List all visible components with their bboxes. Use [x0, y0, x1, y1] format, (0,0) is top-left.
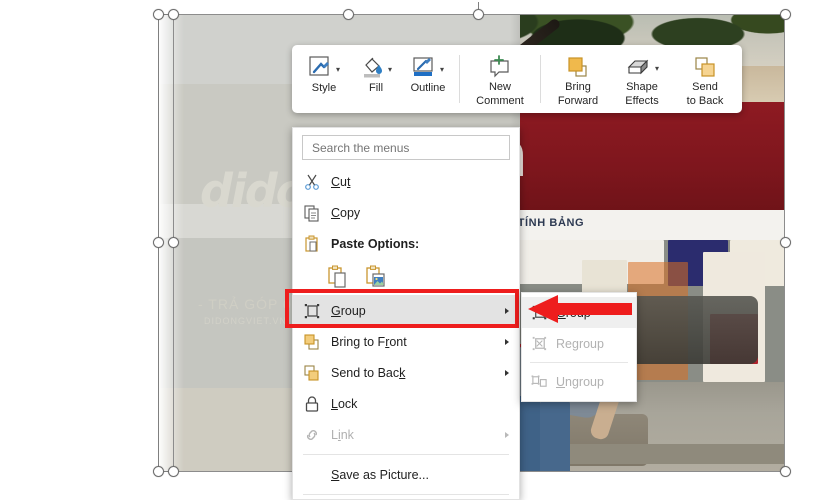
toolbar-button-new-comment[interactable]: New Comment [465, 49, 535, 109]
toolbar-label: Shape [626, 81, 658, 93]
chevron-down-icon[interactable]: ▾ [655, 65, 659, 73]
toolbar-label-2: Forward [557, 94, 599, 107]
resize-handle-middle-left-2[interactable] [168, 237, 179, 248]
submenu-item-group[interactable]: Group [522, 297, 636, 328]
bring-forward-icon [565, 53, 591, 80]
chevron-down-icon[interactable]: ▾ [440, 66, 444, 74]
context-menu[interactable]: Cut Copy Paste Options: [292, 127, 520, 500]
group-icon [293, 302, 331, 320]
fill-bucket-icon: ▾ [360, 53, 392, 81]
toolbar-button-fill[interactable]: ▾ Fill [350, 49, 402, 109]
toolbar-button-outline[interactable]: ▾ Outline [402, 49, 454, 109]
toolbar-label: Fill [368, 82, 384, 94]
menu-item-label: Paste Options: [331, 236, 420, 251]
menu-item-send-to-back[interactable]: Send to Back [293, 357, 519, 388]
copy-icon [293, 204, 331, 222]
resize-handle-top-left-2[interactable] [168, 9, 179, 20]
link-icon [293, 426, 331, 444]
menu-item-label: Copy [331, 205, 361, 220]
scissors-icon [293, 173, 331, 191]
toolbar-label: Outline [410, 82, 446, 94]
menu-item-label: Send to Back [331, 365, 406, 380]
resize-handle-top-right[interactable] [780, 9, 791, 20]
toolbar-label-2: to Back [686, 94, 724, 107]
group-submenu[interactable]: Group Regroup Ungroup [521, 292, 637, 402]
chevron-down-icon[interactable]: ▾ [388, 66, 392, 74]
menu-item-save-as-picture[interactable]: Save as Picture... [293, 459, 519, 490]
search-input[interactable] [310, 139, 502, 156]
menu-item-label: Lock [331, 396, 358, 411]
submenu-item-label: Group [556, 305, 591, 320]
submenu-arrow-icon [505, 431, 509, 438]
submenu-divider [530, 362, 628, 363]
menu-item-lock[interactable]: Lock [293, 388, 519, 419]
menu-item-cut[interactable]: Cut [293, 166, 519, 197]
mini-toolbar[interactable]: ▾ Style ▾ Fill ▾ Outline New Comment Bri… [292, 45, 742, 113]
chevron-down-icon[interactable]: ▾ [336, 66, 340, 74]
toolbar-separator [540, 55, 541, 103]
submenu-item-label: Regroup [556, 336, 604, 351]
picture-style-icon: ▾ [308, 53, 340, 81]
ungroup-icon [522, 373, 556, 390]
shape-effects-icon: ▾ [625, 53, 659, 80]
submenu-arrow-icon [505, 369, 509, 376]
resize-handle-middle-left[interactable] [153, 237, 164, 248]
shape-outline-icon: ▾ [412, 53, 444, 81]
faded-line-1: - TRẢ GÓP 0% [198, 296, 306, 312]
send-to-back-icon [692, 53, 718, 80]
menu-item-link[interactable]: Link [293, 419, 519, 450]
menu-item-label: Save as Picture... [331, 467, 429, 482]
toolbar-label: Bring [565, 81, 591, 93]
resize-handle-top-center-a[interactable] [343, 9, 354, 20]
screenshot-canvas: ivui cellph HOẠI - LAPTOP ĐIỆN TI MÁY TÍ… [0, 0, 840, 500]
toolbar-label-2: Comment [476, 94, 524, 107]
submenu-arrow-icon [505, 307, 509, 314]
send-to-back-icon [293, 364, 331, 382]
faded-line-2: DIDONGVIET.VN [204, 316, 288, 326]
menu-item-label: Link [331, 427, 354, 442]
menu-item-label: Bring to Front [331, 334, 407, 349]
menu-divider [303, 494, 509, 495]
resize-handle-bottom-right[interactable] [780, 466, 791, 477]
toolbar-button-style[interactable]: ▾ Style [298, 49, 350, 109]
group-icon [522, 304, 556, 321]
menu-item-copy[interactable]: Copy [293, 197, 519, 228]
menu-divider [303, 454, 509, 455]
toolbar-button-send-to-back[interactable]: Send to Back [674, 49, 736, 109]
toolbar-label: Send [692, 81, 718, 93]
submenu-item-ungroup[interactable]: Ungroup [522, 366, 636, 397]
toolbar-button-bring-forward[interactable]: Bring Forward [546, 49, 610, 109]
resize-handle-middle-right[interactable] [780, 237, 791, 248]
regroup-icon [522, 335, 556, 352]
menu-item-bring-to-front[interactable]: Bring to Front [293, 326, 519, 357]
toolbar-label: Style [311, 82, 337, 94]
toolbar-label: New [488, 81, 511, 93]
toolbar-label-2: Effects [625, 94, 659, 107]
resize-handle-bottom-left-2[interactable] [168, 466, 179, 477]
submenu-item-regroup[interactable]: Regroup [522, 328, 636, 359]
paste-keep-source-icon[interactable] [327, 265, 349, 289]
menu-item-label: Cut [331, 174, 351, 189]
submenu-item-label: Ungroup [556, 374, 604, 389]
clipboard-icon [293, 235, 331, 253]
search-the-menus-box[interactable] [302, 135, 510, 160]
menu-item-group[interactable]: Group [293, 295, 519, 326]
menu-item-paste-options[interactable]: Paste Options: [293, 228, 519, 259]
menu-item-label: Group [331, 303, 366, 318]
lock-icon [293, 395, 331, 413]
bring-to-front-icon [293, 333, 331, 351]
photo-worker-right-leg [540, 400, 570, 472]
paste-picture-icon[interactable] [365, 265, 387, 289]
resize-handle-top-left[interactable] [153, 9, 164, 20]
new-comment-icon [487, 53, 513, 80]
toolbar-separator [459, 55, 460, 103]
resize-handle-top-center-b[interactable] [473, 9, 484, 20]
submenu-arrow-icon [505, 338, 509, 345]
resize-handle-bottom-left[interactable] [153, 466, 164, 477]
paste-options-row[interactable] [293, 259, 519, 295]
toolbar-button-shape-effects[interactable]: ▾ Shape Effects [610, 49, 674, 109]
